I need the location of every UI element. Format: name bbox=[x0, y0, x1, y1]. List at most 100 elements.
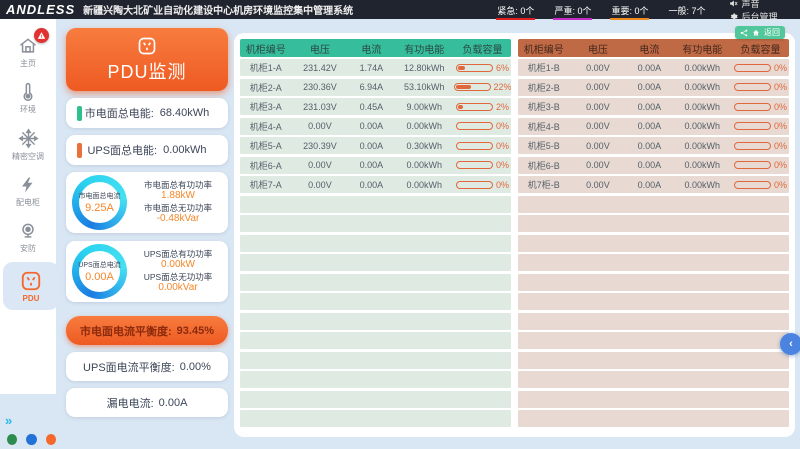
gauge-label: 市电面总电流 bbox=[79, 191, 121, 201]
load-percent: 2% bbox=[496, 102, 509, 112]
energy-value: 0.00kWh bbox=[672, 102, 732, 112]
voltage-value: 0.00V bbox=[291, 121, 348, 131]
column-header: 电压 bbox=[569, 41, 626, 56]
system-title: 新疆兴陶大北矿业自动化建设中心机房环境监控集中管理系统 bbox=[83, 2, 353, 17]
sidebar-item-PDU[interactable]: PDU bbox=[3, 262, 59, 310]
table-header: 机柜编号电压电流有功电能负载容量 bbox=[518, 39, 789, 57]
power-label: UPS面总无功功率 bbox=[132, 272, 224, 282]
main-content: 返回 机柜编号电压电流有功电能负载容量机柜1-A231.42V1.74A12.8… bbox=[232, 19, 800, 449]
load-percent: 0% bbox=[774, 102, 787, 112]
table-row-empty bbox=[240, 196, 511, 213]
sidebar-item-精密空调[interactable]: 精密空调 bbox=[0, 121, 56, 168]
pdu-table-b: 机柜编号电压电流有功电能负载容量机柜1-B0.00V0.00A0.00kWh0%… bbox=[518, 39, 789, 437]
current-value: 0.00A bbox=[626, 82, 672, 92]
pdu-monitor-label: PDU监测 bbox=[107, 58, 186, 84]
sidebar-expand-icon[interactable]: » bbox=[5, 414, 56, 428]
stat-value: 0.00kWh bbox=[163, 144, 206, 156]
top-button-speaker[interactable]: 声音 bbox=[729, 0, 790, 10]
table-row-empty bbox=[240, 332, 511, 349]
table-row[interactable]: 机7柜-B0.00V0.00A0.00kWh0% bbox=[518, 176, 789, 193]
sidebar: 主页 环境 精密空调 配电柜 安防 PDU » bbox=[0, 19, 56, 449]
table-row-empty bbox=[240, 235, 511, 252]
alarm-stat-3[interactable]: 一般: 7个 bbox=[667, 5, 706, 18]
table-row-empty bbox=[240, 313, 511, 330]
panel-toolbar[interactable]: 返回 bbox=[735, 26, 785, 39]
pdu-monitor-button[interactable]: PDU监测 bbox=[66, 28, 228, 91]
voltage-value: 230.36V bbox=[291, 82, 348, 92]
table-row-empty bbox=[240, 352, 511, 369]
table-row-empty bbox=[518, 410, 789, 427]
current-value: 0.00A bbox=[626, 102, 672, 112]
sidebar-item-安防[interactable]: 安防 bbox=[0, 214, 56, 260]
table-row[interactable]: 机柜6-A0.00V0.00A0.00kWh0% bbox=[240, 157, 511, 174]
table-row[interactable]: 机柜2-B0.00V0.00A0.00kWh0% bbox=[518, 79, 789, 96]
status-dot-2[interactable] bbox=[46, 434, 56, 445]
current-gauge-ring: 市电面总电流 9.25A bbox=[72, 175, 127, 230]
energy-value: 0.00kWh bbox=[672, 121, 732, 131]
table-row[interactable]: 机柜7-A0.00V0.00A0.00kWh0% bbox=[240, 176, 511, 193]
column-header: 有功电能 bbox=[394, 41, 454, 56]
table-row[interactable]: 机柜6-B0.00V0.00A0.00kWh0% bbox=[518, 157, 789, 174]
alarm-stat-0[interactable]: 紧急: 0个 bbox=[496, 5, 535, 20]
current-value: 0.00A bbox=[626, 160, 672, 170]
table-row[interactable]: 机柜3-A231.03V0.45A9.00kWh2% bbox=[240, 98, 511, 115]
energy-value: 53.10kWh bbox=[394, 82, 454, 92]
load-percent: 0% bbox=[774, 121, 787, 131]
bottom-stat-1: UPS面电流平衡度: 0.00% bbox=[66, 352, 228, 381]
table-row[interactable]: 机柜2-A230.36V6.94A53.10kWh22% bbox=[240, 79, 511, 96]
energy-value: 0.30kWh bbox=[394, 141, 454, 151]
table-row-empty bbox=[518, 274, 789, 291]
power-value: 0.00kW bbox=[132, 259, 224, 271]
load-capacity-bar bbox=[734, 64, 771, 72]
sidebar-status-dots bbox=[7, 434, 56, 445]
table-row-empty bbox=[518, 254, 789, 271]
sidebar-item-配电柜[interactable]: 配电柜 bbox=[0, 168, 56, 214]
load-percent: 0% bbox=[774, 141, 787, 151]
current-gauge-ring: UPS面总电流 0.00A bbox=[72, 244, 127, 299]
power-value: 0.00kVar bbox=[132, 282, 224, 294]
home-icon bbox=[752, 29, 760, 37]
sidebar-item-label: 环境 bbox=[0, 104, 56, 115]
status-dot-1[interactable] bbox=[26, 434, 36, 445]
load-capacity-bar bbox=[734, 103, 771, 111]
socket-icon bbox=[137, 36, 157, 56]
current-value: 0.45A bbox=[348, 102, 394, 112]
load-capacity-bar bbox=[454, 83, 490, 91]
collapse-panel-button[interactable]: ‹ bbox=[780, 333, 800, 355]
table-row-empty bbox=[518, 313, 789, 330]
back-button-label: 返回 bbox=[764, 27, 780, 38]
table-row-empty bbox=[240, 410, 511, 427]
cabinet-name: 机柜2-A bbox=[240, 81, 291, 94]
sidebar-item-主页[interactable]: 主页 bbox=[0, 29, 56, 75]
accent-bar bbox=[77, 143, 82, 158]
sidebar-item-环境[interactable]: 环境 bbox=[0, 75, 56, 121]
cabinet-name: 机柜5-A bbox=[240, 139, 291, 152]
gauge-label: UPS面总电流 bbox=[78, 260, 120, 270]
energy-value: 0.00kWh bbox=[672, 180, 732, 190]
load-capacity-bar bbox=[734, 142, 771, 150]
sidebar-item-label: 主页 bbox=[0, 58, 56, 69]
power-value: -0.48kVar bbox=[132, 213, 224, 225]
alarm-stat-1[interactable]: 严重: 0个 bbox=[553, 5, 592, 20]
alarm-stats: 紧急: 0个 严重: 0个 重要: 0个 一般: 7个 bbox=[487, 1, 715, 19]
alarm-stat-2[interactable]: 重要: 0个 bbox=[610, 5, 649, 20]
table-row[interactable]: 机柜5-A230.39V0.00A0.30kWh0% bbox=[240, 137, 511, 154]
table-row[interactable]: 机柜1-A231.42V1.74A12.80kWh6% bbox=[240, 59, 511, 76]
stat-label: UPS面总电能: bbox=[87, 142, 157, 158]
table-row[interactable]: 机柜3-B0.00V0.00A0.00kWh0% bbox=[518, 98, 789, 115]
pdu-summary-panel: PDU监测 市电面总电能: 68.40kWh UPS面总电能: 0.00kWh … bbox=[56, 19, 232, 449]
table-row-empty bbox=[518, 352, 789, 369]
table-row-empty bbox=[240, 215, 511, 232]
status-dot-0[interactable] bbox=[7, 434, 17, 445]
bottom-stat-0: 市电面电流平衡度: 93.45% bbox=[66, 316, 228, 345]
table-row[interactable]: 机柜5-B0.00V0.00A0.00kWh0% bbox=[518, 137, 789, 154]
column-header: 机柜编号 bbox=[240, 41, 291, 56]
table-row[interactable]: 机柜1-B0.00V0.00A0.00kWh0% bbox=[518, 59, 789, 76]
power-label: 市电面总有功功率 bbox=[132, 180, 224, 190]
table-row[interactable]: 机柜4-B0.00V0.00A0.00kWh0% bbox=[518, 118, 789, 135]
alert-badge[interactable] bbox=[34, 28, 49, 43]
sidebar-item-label: 配电柜 bbox=[0, 197, 56, 208]
table-row[interactable]: 机柜4-A0.00V0.00A0.00kWh0% bbox=[240, 118, 511, 135]
column-header: 有功电能 bbox=[672, 41, 732, 56]
table-row-empty bbox=[518, 293, 789, 310]
